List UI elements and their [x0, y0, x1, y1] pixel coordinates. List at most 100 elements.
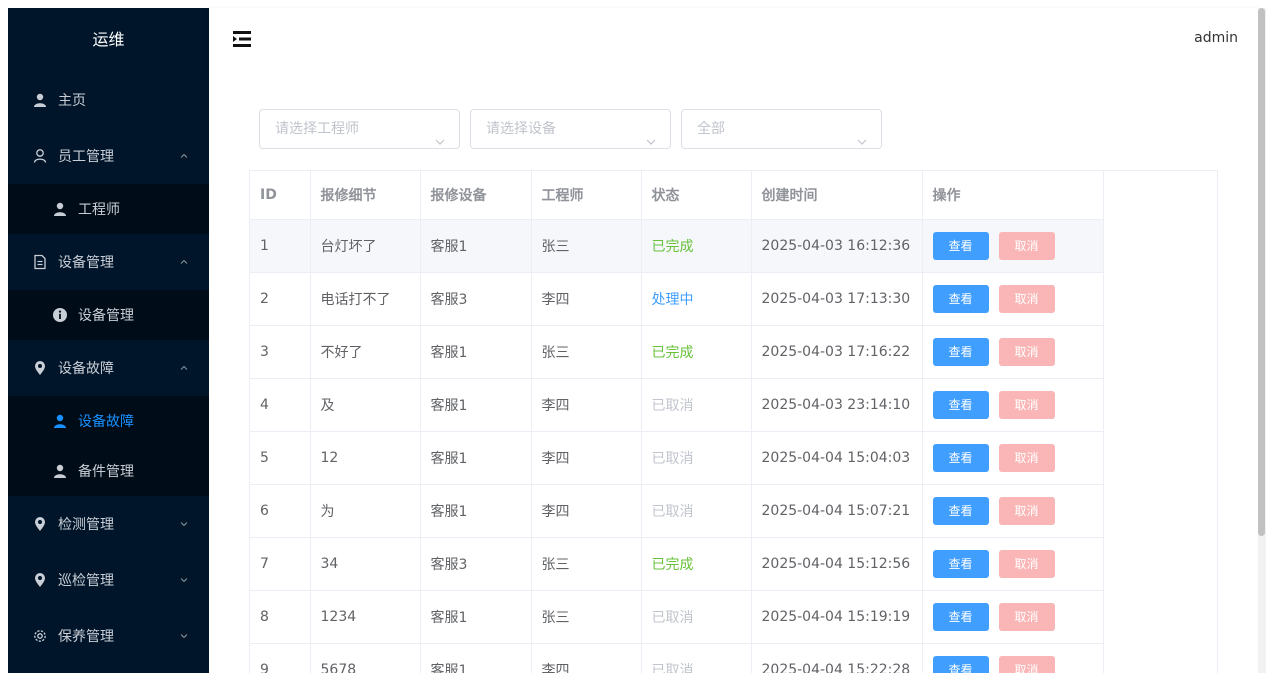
cell-created: 2025-04-03 23:14:10 [751, 378, 923, 432]
location-icon [32, 516, 48, 532]
chevron-up-icon [179, 151, 189, 161]
status-select[interactable]: 全部 [681, 109, 882, 149]
cell-device: 客服1 [420, 378, 532, 432]
sidebar-subitem[interactable]: 设备管理 [8, 290, 209, 340]
cell-device: 客服1 [420, 643, 532, 673]
user-menu[interactable]: admin [1194, 30, 1238, 46]
table-row[interactable]: 2 电话打不了 客服3 李四 处理中 2025-04-03 17:13:30 查看 取消 [250, 272, 1104, 326]
column-header: ID [250, 171, 311, 220]
view-button[interactable]: 查看 [932, 284, 989, 313]
menu-fold-icon[interactable] [231, 29, 253, 49]
device-select[interactable]: 请选择设备 [470, 109, 671, 149]
sidebar-subitem[interactable]: 设备故障 [8, 396, 209, 446]
view-button[interactable]: 查看 [932, 443, 989, 472]
chevron-down-icon [857, 124, 867, 145]
cancel-button[interactable]: 取消 [998, 443, 1055, 472]
table-row[interactable]: 8 1234 客服1 张三 已取消 2025-04-04 15:19:19 查看 取消 [250, 590, 1104, 644]
cell-engineer: 李四 [531, 643, 642, 673]
chevron-down-icon [646, 124, 656, 145]
table-row[interactable]: 9 5678 客服1 李四 已取消 2025-04-04 15:22:28 查看 取消 [250, 643, 1104, 673]
cell-status: 已取消 [641, 378, 752, 432]
table-row[interactable]: 5 12 客服1 李四 已取消 2025-04-04 15:04:03 查看 取消 [250, 431, 1104, 485]
sidebar-subitem-label: 工程师 [78, 202, 120, 218]
sidebar-group-5[interactable]: 保养管理 [8, 608, 209, 664]
cancel-button[interactable]: 取消 [998, 549, 1055, 578]
table-row[interactable]: 7 34 客服3 张三 已完成 2025-04-04 15:12:56 查看 取消 [250, 537, 1104, 591]
sidebar-subitem[interactable]: 工程师 [8, 184, 209, 234]
table-row[interactable]: 6 为客服1 李四 已取消 2025-04-04 15:07:21 查看 取消 [250, 484, 1104, 538]
sidebar-group-3[interactable]: 检测管理 [8, 496, 209, 552]
cell-engineer: 张三 [531, 219, 642, 273]
cell-id: 2 [250, 272, 311, 326]
cell-id: 4 [250, 378, 311, 432]
cancel-button[interactable]: 取消 [998, 602, 1055, 631]
cell-created: 2025-04-04 15:22:28 [751, 643, 923, 673]
view-button[interactable]: 查看 [932, 390, 989, 419]
cell-device: 客服1 [420, 219, 532, 273]
cancel-button[interactable]: 取消 [998, 231, 1055, 260]
table-row[interactable]: 4 及客服1 李四 已取消 2025-04-03 23:14:10 查看 取消 [250, 378, 1104, 432]
view-button[interactable]: 查看 [932, 337, 989, 366]
cancel-button[interactable]: 取消 [998, 496, 1055, 525]
cell-id: 5 [250, 431, 311, 485]
cell-actions: 查看 取消 [922, 219, 1104, 273]
sidebar-subitem[interactable]: 备件管理 [8, 446, 209, 496]
cell-actions: 查看 取消 [922, 378, 1104, 432]
cancel-button[interactable]: 取消 [998, 390, 1055, 419]
view-button[interactable]: 查看 [932, 496, 989, 525]
cell-device: 客服3 [420, 537, 532, 591]
cell-status: 已取消 [641, 484, 752, 538]
cancel-button[interactable]: 取消 [998, 337, 1055, 366]
column-header: 创建时间 [751, 171, 923, 220]
table-row[interactable]: 3 不好了 客服1 张三 已完成 2025-04-03 17:16:22 查看 取消 [250, 325, 1104, 379]
table-row[interactable]: 1 台灯坏了 客服1 张三 已完成 2025-04-03 16:12:36 查看 取消 [250, 219, 1104, 273]
cell-detail: 电话打不了 [310, 272, 421, 326]
view-button[interactable]: 查看 [932, 231, 989, 260]
sidebar-group-label: 设备故障 [58, 361, 114, 377]
engineer-select[interactable]: 请选择工程师 [259, 109, 460, 149]
column-header: 报修细节 [310, 171, 421, 220]
cell-created: 2025-04-04 15:07:21 [751, 484, 923, 538]
chevron-down-icon [435, 124, 445, 145]
view-button[interactable]: 查看 [932, 655, 989, 673]
cell-status: 已完成 [641, 537, 752, 591]
gear-icon [32, 628, 48, 644]
view-button[interactable]: 查看 [932, 602, 989, 631]
cell-actions: 查看 取消 [922, 537, 1104, 591]
cancel-button[interactable]: 取消 [998, 284, 1055, 313]
cancel-button[interactable]: 取消 [998, 655, 1055, 673]
sidebar-group-2[interactable]: 设备故障 [8, 340, 209, 396]
chevron-down-icon [179, 575, 189, 585]
cell-device: 客服1 [420, 590, 532, 644]
cell-actions: 查看 取消 [922, 484, 1104, 538]
sidebar-group-0[interactable]: 员工管理 [8, 128, 209, 184]
cell-detail: 及 [310, 378, 421, 432]
chevron-up-icon [179, 363, 189, 373]
sidebar-group-1[interactable]: 设备管理 [8, 234, 209, 290]
engineer-select-placeholder: 请选择工程师 [275, 121, 359, 137]
cell-status: 已取消 [641, 643, 752, 673]
location-icon [32, 360, 48, 376]
cell-status: 已完成 [641, 219, 752, 273]
sidebar-group-4[interactable]: 巡检管理 [8, 552, 209, 608]
view-button[interactable]: 查看 [932, 549, 989, 578]
cell-actions: 查看 取消 [922, 431, 1104, 485]
page-scrollbar-thumb[interactable] [1258, 8, 1265, 536]
info-icon [52, 307, 68, 323]
sidebar-submenu: 设备故障 备件管理 [8, 396, 209, 496]
cell-detail: 34 [310, 537, 421, 591]
fault-table: ID 报修细节 报修设备 工程师 状态 创建时间 操作 1 台灯坏了 客服1 张三 已完成 2025-… [249, 170, 1218, 673]
sidebar-item-home[interactable]: 主页 [8, 72, 209, 128]
cell-actions: 查看 取消 [922, 590, 1104, 644]
sidebar-menu: 主页 员工管理 工程师 设备管理 设备管理 设备故障 设备故障 备件管理 检测管理 巡检管理 保养… [8, 72, 209, 664]
cell-actions: 查看 取消 [922, 272, 1104, 326]
cell-id: 3 [250, 325, 311, 379]
cell-detail: 12 [310, 431, 421, 485]
sidebar-group-label: 设备管理 [58, 255, 114, 271]
cell-created: 2025-04-03 16:12:36 [751, 219, 923, 273]
cell-status: 已取消 [641, 590, 752, 644]
cell-actions: 查看 取消 [922, 325, 1104, 379]
user-icon [52, 413, 68, 429]
sidebar-group-label: 巡检管理 [58, 573, 114, 589]
cell-id: 6 [250, 484, 311, 538]
